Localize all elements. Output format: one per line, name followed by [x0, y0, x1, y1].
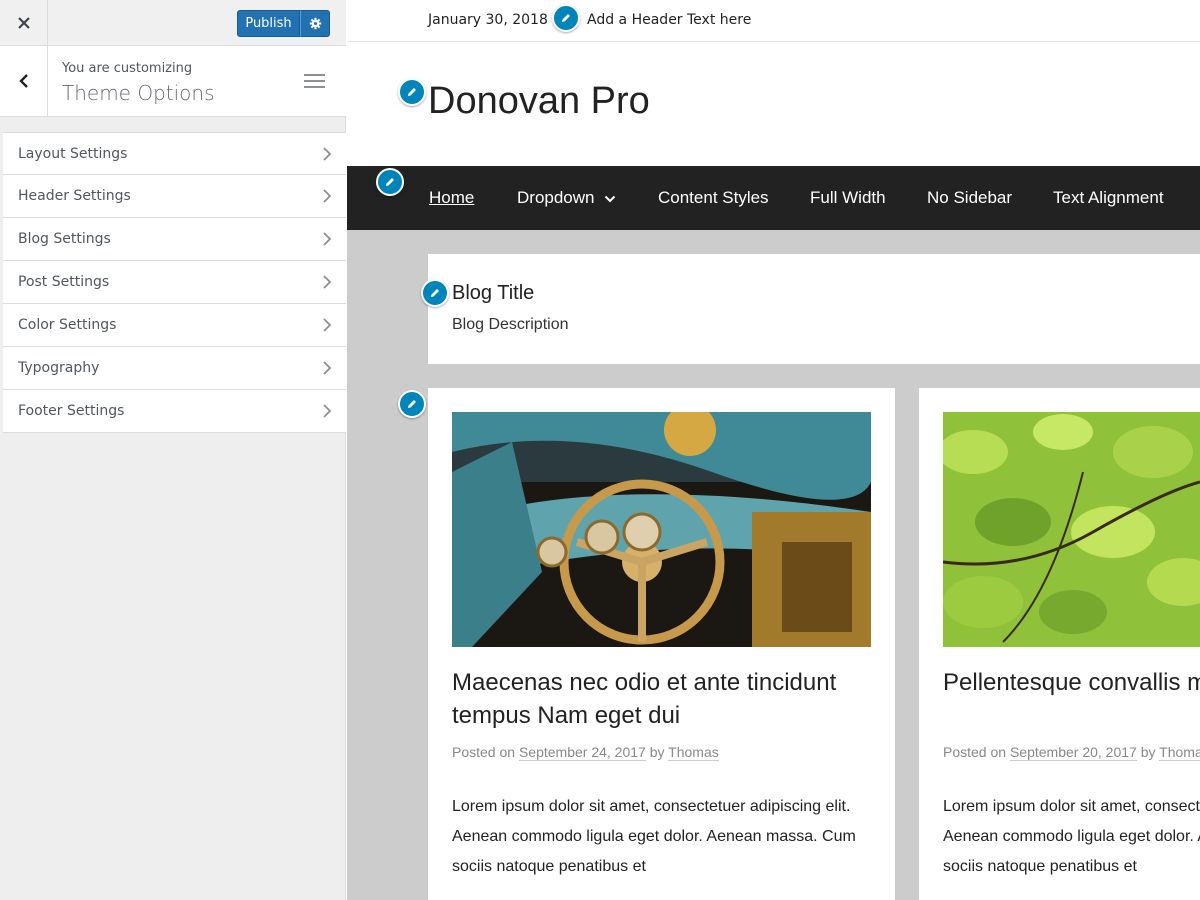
chevron-right-icon	[323, 189, 332, 203]
section-label: Header Settings	[18, 188, 131, 204]
car-dashboard-image[interactable]	[452, 412, 871, 647]
top-header-bar: January 30, 2018 Add a Header Text here	[347, 0, 1200, 42]
nav-item-content-styles[interactable]: Content Styles	[658, 188, 769, 208]
section-list: Layout Settings Header Settings Blog Set…	[3, 132, 346, 433]
menu-icon[interactable]	[304, 74, 325, 90]
nav-item-full-width[interactable]: Full Width	[810, 188, 886, 208]
pencil-icon	[408, 400, 416, 408]
chevron-down-icon	[605, 195, 616, 202]
panel-title: Theme Options	[62, 81, 215, 105]
site-preview: January 30, 2018 Add a Header Text here …	[347, 0, 1200, 900]
site-header: Donovan Pro	[347, 42, 1200, 166]
edit-site-title-shortcut[interactable]	[398, 78, 426, 106]
pencil-icon	[431, 289, 439, 297]
edit-header-text-shortcut[interactable]	[552, 4, 580, 32]
nav-item-text-alignment[interactable]: Text Alignment	[1053, 188, 1164, 208]
back-button[interactable]	[0, 46, 48, 116]
by-label: by	[1140, 744, 1156, 760]
customizer-info: You are customizing Theme Options	[0, 46, 346, 117]
section-blog-settings[interactable]: Blog Settings	[3, 218, 346, 261]
section-label: Blog Settings	[18, 231, 111, 247]
publish-settings-button[interactable]	[300, 10, 330, 37]
close-customizer-button[interactable]	[0, 0, 48, 46]
section-typography[interactable]: Typography	[3, 347, 346, 390]
post-author-link[interactable]: Thoma	[1159, 744, 1200, 761]
nav-item-label: Dropdown	[517, 188, 595, 207]
by-label: by	[649, 744, 665, 760]
post-meta: Posted on September 20, 2017 by Thoma	[943, 744, 1200, 761]
chevron-right-icon	[323, 404, 332, 418]
chevron-right-icon	[323, 361, 332, 375]
edit-menu-shortcut[interactable]	[376, 168, 404, 196]
gear-icon	[309, 17, 321, 30]
post-meta: Posted on September 24, 2017 by Thomas	[452, 744, 719, 761]
chevron-right-icon	[323, 232, 332, 246]
header-text: Add a Header Text here	[587, 12, 752, 28]
customizing-label: You are customizing	[62, 61, 193, 76]
post-date-link[interactable]: September 24, 2017	[518, 744, 646, 761]
section-label: Typography	[18, 360, 100, 376]
publish-group: Publish	[237, 10, 330, 37]
header-date: January 30, 2018	[428, 12, 548, 28]
section-layout-settings[interactable]: Layout Settings	[3, 132, 346, 175]
section-post-settings[interactable]: Post Settings	[3, 261, 346, 304]
edit-blog-title-shortcut[interactable]	[421, 279, 449, 307]
pencil-icon	[386, 178, 394, 186]
nav-item-no-sidebar[interactable]: No Sidebar	[927, 188, 1012, 208]
chevron-right-icon	[323, 147, 332, 161]
close-icon	[17, 17, 30, 29]
customizer-sidebar: Publish You are customizing Theme Option…	[0, 0, 346, 900]
section-color-settings[interactable]: Color Settings	[3, 304, 346, 347]
posted-on-label: Posted on	[452, 744, 516, 760]
pencil-icon	[408, 88, 416, 96]
main-navigation: Home Dropdown Content Styles Full Width …	[347, 166, 1200, 230]
section-label: Post Settings	[18, 274, 110, 290]
chevron-left-icon	[18, 74, 28, 88]
publish-button[interactable]: Publish	[237, 10, 300, 37]
post-title[interactable]: Pellentesque convallis m pharetra. Proin…	[943, 666, 1200, 699]
section-label: Color Settings	[18, 317, 117, 333]
post-author-link[interactable]: Thomas	[668, 744, 719, 761]
section-header-settings[interactable]: Header Settings	[3, 175, 346, 218]
nav-item-home[interactable]: Home	[429, 188, 474, 208]
blog-header-box: Blog Title Blog Description	[428, 254, 1200, 364]
green-leaves-image[interactable]	[943, 412, 1200, 647]
blog-description: Blog Description	[452, 316, 569, 333]
post-title[interactable]: Maecenas nec odio et ante tincidunt temp…	[452, 666, 872, 732]
section-label: Layout Settings	[18, 145, 128, 162]
nav-item-dropdown[interactable]: Dropdown	[517, 188, 616, 208]
pencil-icon	[562, 14, 570, 22]
posted-on-label: Posted on	[943, 744, 1007, 760]
post-excerpt: Lorem ipsum dolor sit amet, consectetuer…	[452, 798, 856, 875]
post-card: Pellentesque convallis m pharetra. Proin…	[919, 388, 1200, 900]
post-excerpt: Lorem ipsum dolor sit amet, consect Aene…	[943, 798, 1200, 875]
site-title[interactable]: Donovan Pro	[428, 80, 650, 123]
post-date-link[interactable]: September 20, 2017	[1009, 744, 1137, 761]
blog-title: Blog Title	[452, 282, 535, 304]
post-card: Maecenas nec odio et ante tincidunt temp…	[428, 388, 895, 900]
customizer-header: Publish	[0, 0, 346, 46]
edit-posts-shortcut[interactable]	[398, 390, 426, 418]
chevron-right-icon	[323, 275, 332, 289]
chevron-right-icon	[323, 318, 332, 332]
section-footer-settings[interactable]: Footer Settings	[3, 390, 346, 433]
section-label: Footer Settings	[18, 403, 125, 419]
